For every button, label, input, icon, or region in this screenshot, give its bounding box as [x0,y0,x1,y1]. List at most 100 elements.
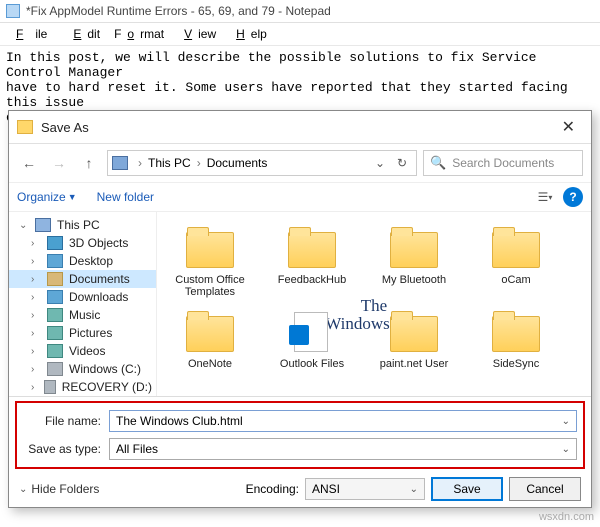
file-item[interactable]: FeedbackHub [263,220,361,302]
nav-back-button[interactable]: ← [17,151,41,175]
filename-label: File name: [23,414,101,428]
ti-desk-icon [47,254,63,268]
folder-icon [186,316,234,352]
dialog-navbar: ← → ↑ › This PC › Documents ⌄ ↻ 🔍 Search… [9,144,591,183]
tree-item-label: 3D Objects [69,236,128,250]
breadcrumb-dropdown-button[interactable]: ⌄ [370,153,390,173]
tree-item-label: RECOVERY (D:) [62,380,152,394]
dialog-titlebar[interactable]: Save As ✕ [9,111,591,144]
search-icon: 🔍 [430,155,446,171]
folder-icon [492,316,540,352]
notepad-menubar[interactable]: File Edit Format View Help [0,23,600,46]
folder-icon [17,120,33,134]
notepad-titlebar: *Fix AppModel Runtime Errors - 65, 69, a… [0,0,600,23]
tree-item-downloads[interactable]: Downloads [9,288,156,306]
file-label: Custom Office Templates [163,274,257,298]
breadcrumb[interactable]: › This PC › Documents ⌄ ↻ [107,150,417,176]
file-item[interactable]: O Outlook Files [263,304,361,374]
close-button[interactable]: ✕ [554,117,583,137]
outlook-file-icon: O [294,312,328,352]
ti-drv-icon [47,362,63,376]
refresh-button[interactable]: ↻ [392,153,412,173]
tree-item-label: Documents [69,272,130,286]
ti-vid-icon [47,344,63,358]
view-options-button[interactable]: ☰▾ [535,187,555,207]
menu-edit[interactable]: Edit [61,25,106,43]
save-button[interactable]: Save [431,477,503,501]
tree-item-videos[interactable]: Videos [9,342,156,360]
savetype-label: Save as type: [23,442,101,456]
search-placeholder: Search Documents [452,156,554,170]
encoding-label: Encoding: [246,482,299,496]
menu-view[interactable]: View [172,25,222,43]
ti-drv-icon [44,380,56,394]
file-item[interactable]: paint.net User [365,304,463,374]
tree-item-this-pc[interactable]: This PC [9,216,156,234]
filename-panel: File name: The Windows Club.html ⌄ Save … [15,401,585,469]
watermark-url: wsxdn.com [539,511,594,523]
encoding-select[interactable]: ANSI ⌄ [305,478,425,500]
notepad-title-text: *Fix AppModel Runtime Errors - 65, 69, a… [26,4,331,18]
save-as-dialog: Save As ✕ ← → ↑ › This PC › Documents ⌄ … [8,110,592,508]
dialog-title: Save As [41,120,89,135]
file-label: My Bluetooth [382,274,446,286]
file-label: oCam [501,274,530,286]
ti-3d-icon [47,236,63,250]
search-input[interactable]: 🔍 Search Documents [423,150,583,176]
file-item[interactable]: My Bluetooth [365,220,463,302]
tree-item-desktop[interactable]: Desktop [9,252,156,270]
breadcrumb-folder[interactable]: Documents [207,156,268,170]
chevron-down-icon[interactable]: ⌄ [562,444,570,455]
menu-format[interactable]: Format [108,25,170,43]
ti-pc-icon [35,218,51,232]
file-list[interactable]: The WindowsClub Custom Office TemplatesF… [157,212,591,396]
savetype-select[interactable]: All Files ⌄ [109,438,577,460]
pc-icon [112,156,128,170]
tree-item-label: Music [69,308,100,322]
file-label: FeedbackHub [278,274,347,286]
new-folder-button[interactable]: New folder [97,190,154,204]
dialog-footer: Hide Folders Encoding: ANSI ⌄ Save Cance… [9,471,591,507]
chevron-down-icon[interactable]: ⌄ [410,484,418,495]
chevron-right-icon: › [193,156,205,170]
file-label: paint.net User [380,358,448,370]
dialog-toolbar: Organize ▼ New folder ☰▾ ? [9,183,591,212]
nav-up-button[interactable]: ↑ [77,151,101,175]
tree-item-music[interactable]: Music [9,306,156,324]
tree-item-label: Desktop [69,254,113,268]
help-button[interactable]: ? [563,187,583,207]
breadcrumb-root[interactable]: This PC [148,156,191,170]
nav-forward-button[interactable]: → [47,151,71,175]
file-item[interactable]: Custom Office Templates [161,220,259,302]
tree-item-pictures[interactable]: Pictures [9,324,156,342]
file-item[interactable]: SideSync [467,304,565,374]
hide-folders-button[interactable]: Hide Folders [19,482,99,496]
navigation-tree[interactable]: This PC 3D Objects Desktop Documents Downloa… [9,212,157,396]
notepad-icon [6,4,20,18]
folder-icon [390,232,438,268]
file-item[interactable]: OneNote [161,304,259,374]
ti-dl-icon [47,290,63,304]
folder-icon [492,232,540,268]
chevron-right-icon: › [134,156,146,170]
file-item[interactable]: oCam [467,220,565,302]
tree-item-label: This PC [57,218,100,232]
tree-item-windows-c-[interactable]: Windows (C:) [9,360,156,378]
tree-item-label: Downloads [69,290,128,304]
file-label: Outlook Files [280,358,344,370]
menu-help[interactable]: Help [224,25,273,43]
folder-icon [390,316,438,352]
tree-item-recovery-d-[interactable]: RECOVERY (D:) [9,378,156,396]
organize-button[interactable]: Organize ▼ [17,190,77,204]
file-label: SideSync [493,358,539,370]
folder-icon [288,232,336,268]
filename-input[interactable]: The Windows Club.html ⌄ [109,410,577,432]
file-label: OneNote [188,358,232,370]
menu-file[interactable]: File [4,25,59,43]
cancel-button[interactable]: Cancel [509,477,581,501]
ti-doc-icon [47,272,63,286]
chevron-down-icon[interactable]: ⌄ [562,416,570,427]
tree-item-3d-objects[interactable]: 3D Objects [9,234,156,252]
tree-item-documents[interactable]: Documents [9,270,156,288]
tree-item-label: Windows (C:) [69,362,141,376]
